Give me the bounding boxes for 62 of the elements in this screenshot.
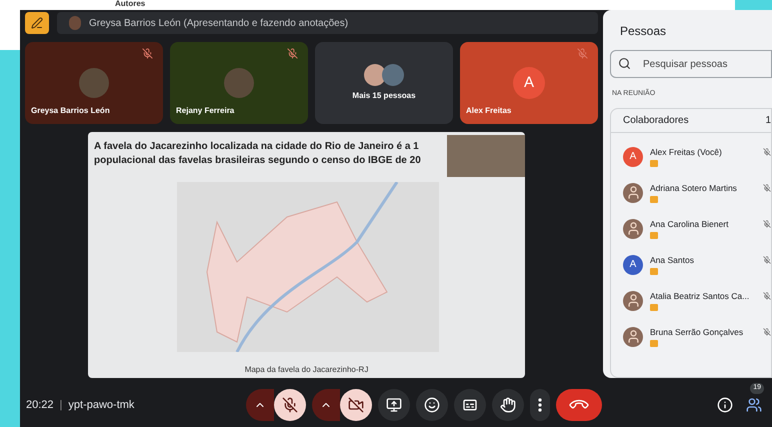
role-badge-icon bbox=[650, 196, 658, 204]
camera-button[interactable] bbox=[340, 389, 372, 421]
person-name: Alex Freitas (Você) bbox=[650, 146, 722, 158]
present-screen-icon bbox=[386, 397, 402, 413]
more-options-button[interactable] bbox=[530, 389, 550, 421]
microphone-button[interactable] bbox=[274, 389, 306, 421]
avatar: A bbox=[623, 146, 643, 166]
mic-off-icon bbox=[763, 182, 771, 194]
emoji-button[interactable] bbox=[416, 389, 448, 421]
avatar bbox=[79, 68, 109, 98]
present-button[interactable] bbox=[378, 389, 410, 421]
search-field[interactable]: Pesquisar pessoas bbox=[610, 50, 772, 78]
camera-off-icon bbox=[348, 397, 364, 413]
mic-off-icon bbox=[763, 254, 771, 266]
mic-off-icon bbox=[763, 218, 771, 230]
person-name: Ana Carolina Bienert bbox=[650, 218, 728, 230]
avatar: A bbox=[623, 254, 643, 274]
person-name: Atalia Beatriz Santos Ca... bbox=[650, 290, 750, 302]
slide-title: A favela do Jacarezinho localizada na cidade do Rio de Janeiro é a 1 populacional das favelas brasileiras segundo o censo do IBGE de 20 bbox=[94, 140, 421, 168]
role-badge-icon bbox=[650, 340, 658, 348]
avatar bbox=[364, 64, 386, 86]
pen-icon bbox=[31, 17, 43, 29]
group-count: 1 bbox=[765, 114, 771, 128]
panel-title: Pessoas bbox=[619, 23, 668, 40]
meeting-code: ypt-pawo-tmk bbox=[68, 398, 134, 413]
captions-icon bbox=[462, 397, 478, 413]
participant-name: Greysa Barrios León bbox=[31, 105, 110, 117]
more-icon bbox=[538, 398, 542, 412]
separator: | bbox=[60, 398, 62, 413]
person-name: Adriana Sotero Martins bbox=[650, 182, 737, 194]
role-badge-icon bbox=[650, 232, 658, 240]
presenter-text: Greysa Barrios León (Apresentando e fazendo anotações) bbox=[89, 16, 348, 30]
search-icon bbox=[618, 57, 631, 70]
info-button[interactable] bbox=[716, 396, 734, 414]
person-name: Bruna Serrão Gonçalves bbox=[650, 326, 744, 338]
avatar: A bbox=[513, 67, 545, 99]
avatar bbox=[382, 64, 404, 86]
person-name: Ana Santos bbox=[650, 254, 694, 266]
role-badge-icon bbox=[650, 268, 658, 276]
annotation-button[interactable] bbox=[25, 12, 49, 34]
people-icon bbox=[746, 397, 762, 413]
role-badge-icon bbox=[650, 160, 658, 168]
group-label[interactable]: Colaboradores bbox=[623, 112, 689, 128]
participant-name: Rejany Ferreira bbox=[176, 105, 234, 117]
end-call-button[interactable] bbox=[556, 389, 602, 421]
raise-hand-button[interactable] bbox=[492, 389, 524, 421]
mic-off-icon bbox=[282, 397, 298, 413]
mic-off-icon bbox=[763, 326, 771, 338]
info-icon bbox=[717, 397, 733, 413]
header-label: Autores bbox=[115, 0, 146, 8]
hand-icon bbox=[500, 397, 516, 413]
smiley-icon bbox=[424, 397, 440, 413]
participant-name: Alex Freitas bbox=[466, 105, 512, 117]
meeting-time: 20:22 bbox=[26, 398, 54, 413]
captions-button[interactable] bbox=[454, 389, 486, 421]
map-caption: Mapa da favela do Jacarezinho-RJ bbox=[244, 364, 368, 376]
role-badge-icon bbox=[650, 304, 658, 312]
mic-off-icon bbox=[763, 146, 771, 158]
avatar bbox=[224, 68, 254, 98]
avatar bbox=[69, 16, 81, 30]
mic-off-icon bbox=[763, 290, 771, 302]
participant-name: Mais 15 pessoas bbox=[352, 90, 416, 102]
